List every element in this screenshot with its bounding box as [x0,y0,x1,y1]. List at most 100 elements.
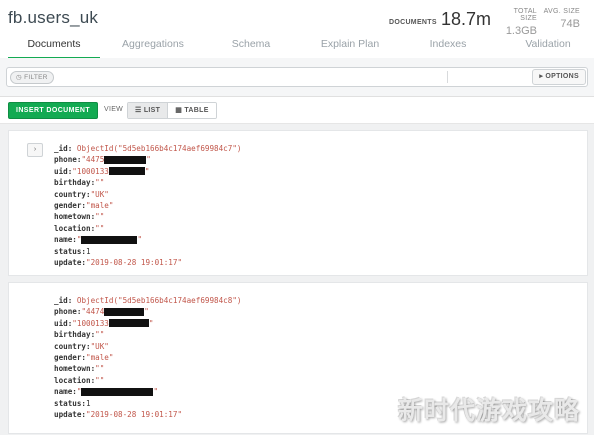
redaction-bar [81,235,138,244]
table-icon: ▦ [175,107,183,114]
options-label: OPTIONS [545,73,579,80]
list-icon: ☰ [135,107,142,114]
document-list: › _id: ObjectId("5d5eb166b4c174aef69984c… [0,124,594,435]
filter-pill-label: FILTER [24,74,48,81]
closing-quote: " [146,155,151,165]
options-button[interactable]: ▸ OPTIONS [532,69,586,85]
field-key: _id: [54,296,73,305]
field-value: "" [95,223,105,233]
filter-pill[interactable]: ◷ FILTER [10,71,54,84]
field-row: name:" " [54,386,241,397]
field-key: hometown: [54,364,96,374]
tab-explain-plan[interactable]: Explain Plan [310,38,390,57]
documents-count-value: 18.7m [441,9,492,29]
watermark-text: 新时代游戏攻略 [397,397,580,425]
insert-document-button[interactable]: INSERT DOCUMENT [8,102,99,119]
field-key: country: [54,341,91,351]
field-key: gender: [54,200,87,210]
field-value: "" [95,330,105,340]
clock-icon: ◷ [16,74,22,81]
field-value: 1 [86,246,91,256]
document-fields: _id: ObjectId("5d5eb166b4c174aef69984c8"… [54,295,241,420]
redaction-bar [104,155,147,164]
redaction-bar [108,167,145,176]
field-row: location:"" [54,375,241,386]
field-key: birthday: [54,178,96,188]
field-value: "4474 [81,307,105,317]
field-key: hometown: [54,212,96,222]
expand-document-button[interactable]: › [27,143,43,157]
redaction-bar [104,307,145,316]
field-value: "" [95,375,105,385]
field-key: phone: [54,155,82,165]
field-key: update: [54,257,87,267]
field-row: uid:"1000133 " [54,318,241,329]
avg-size-value: 74B [560,18,580,30]
field-row: phone:"4474 " [54,306,241,317]
field-value: ObjectId("5d5eb166b4c174aef69984c8") [76,296,242,305]
view-toggle: ☰ LIST ▦ TABLE [127,102,217,119]
field-key: birthday: [54,330,96,340]
field-row: hometown:"" [54,363,241,374]
closing-quote: " [144,307,149,317]
field-value: "1000133 [72,318,109,328]
closing-quote: " [137,235,143,245]
tab-validation[interactable]: Validation [512,38,584,57]
closing-quote: " [148,318,154,328]
field-key: status: [54,398,87,408]
documents-toolbar: INSERT DOCUMENT VIEW ☰ LIST ▦ TABLE [0,97,594,124]
field-key: uid: [54,166,73,176]
field-row: country:"UK" [54,189,241,200]
field-value: 1 [86,398,91,408]
field-value: "2019-08-28 19:01:17" [86,257,183,267]
field-row: update:"2019-08-28 19:01:17" [54,409,241,420]
filter-input[interactable]: ◷ FILTER ▸ OPTIONS [6,67,588,87]
field-row: gender:"male" [54,352,241,363]
field-value: "male" [86,200,114,210]
redaction-bar [81,387,154,396]
tab-documents[interactable]: Documents [8,38,100,59]
field-row: birthday:"" [54,177,241,188]
filter-divider [447,71,448,83]
documents-count-label: DOCUMENTS [389,19,437,26]
field-key: uid: [54,318,73,328]
field-row: phone:"4475 " [54,154,241,165]
query-bar: ◷ FILTER ▸ OPTIONS [0,58,594,97]
collection-header: fb.users_uk DOCUMENTS 18.7m TOTAL SIZE 1… [0,0,594,37]
field-key: update: [54,409,87,419]
field-row: name:" " [54,234,241,245]
field-row: country:"UK" [54,341,241,352]
field-key: phone: [54,307,82,317]
list-view-label: LIST [143,107,161,114]
field-row: status:1 [54,246,241,257]
field-key: _id: [54,144,73,153]
field-row: hometown:"" [54,211,241,222]
chevron-right-icon: › [33,146,37,153]
tab-indexes[interactable]: Indexes [414,38,482,57]
list-view-button[interactable]: ☰ LIST [128,103,168,118]
field-key: location: [54,375,96,385]
field-row: update:"2019-08-28 19:01:17" [54,257,241,268]
field-value: "UK" [90,341,109,351]
field-key: status: [54,246,87,256]
field-row: uid:"1000133 " [54,166,241,177]
tab-schema[interactable]: Schema [218,38,284,57]
avg-size-stat: AVG. SIZE 74B [542,8,580,30]
collection-namespace: fb.users_uk [8,8,99,27]
field-row: location:"" [54,223,241,234]
field-row: _id: ObjectId("5d5eb166b4c174aef69984c7"… [54,143,241,154]
field-value: "" [95,212,105,222]
view-label: VIEW [104,106,124,113]
document-fields: _id: ObjectId("5d5eb166b4c174aef69984c7"… [54,143,241,268]
total-size-label: TOTAL SIZE [513,8,537,22]
field-key: gender: [54,352,87,362]
field-key: country: [54,189,91,199]
table-view-button[interactable]: ▦ TABLE [167,103,216,118]
field-key: name: [54,387,77,397]
tab-aggregations[interactable]: Aggregations [112,38,194,57]
closing-quote: " [144,166,150,176]
field-row: gender:"male" [54,200,241,211]
closing-quote: " [153,387,159,397]
redaction-bar [108,319,149,328]
field-value: ObjectId("5d5eb166b4c174aef69984c7") [76,144,242,153]
